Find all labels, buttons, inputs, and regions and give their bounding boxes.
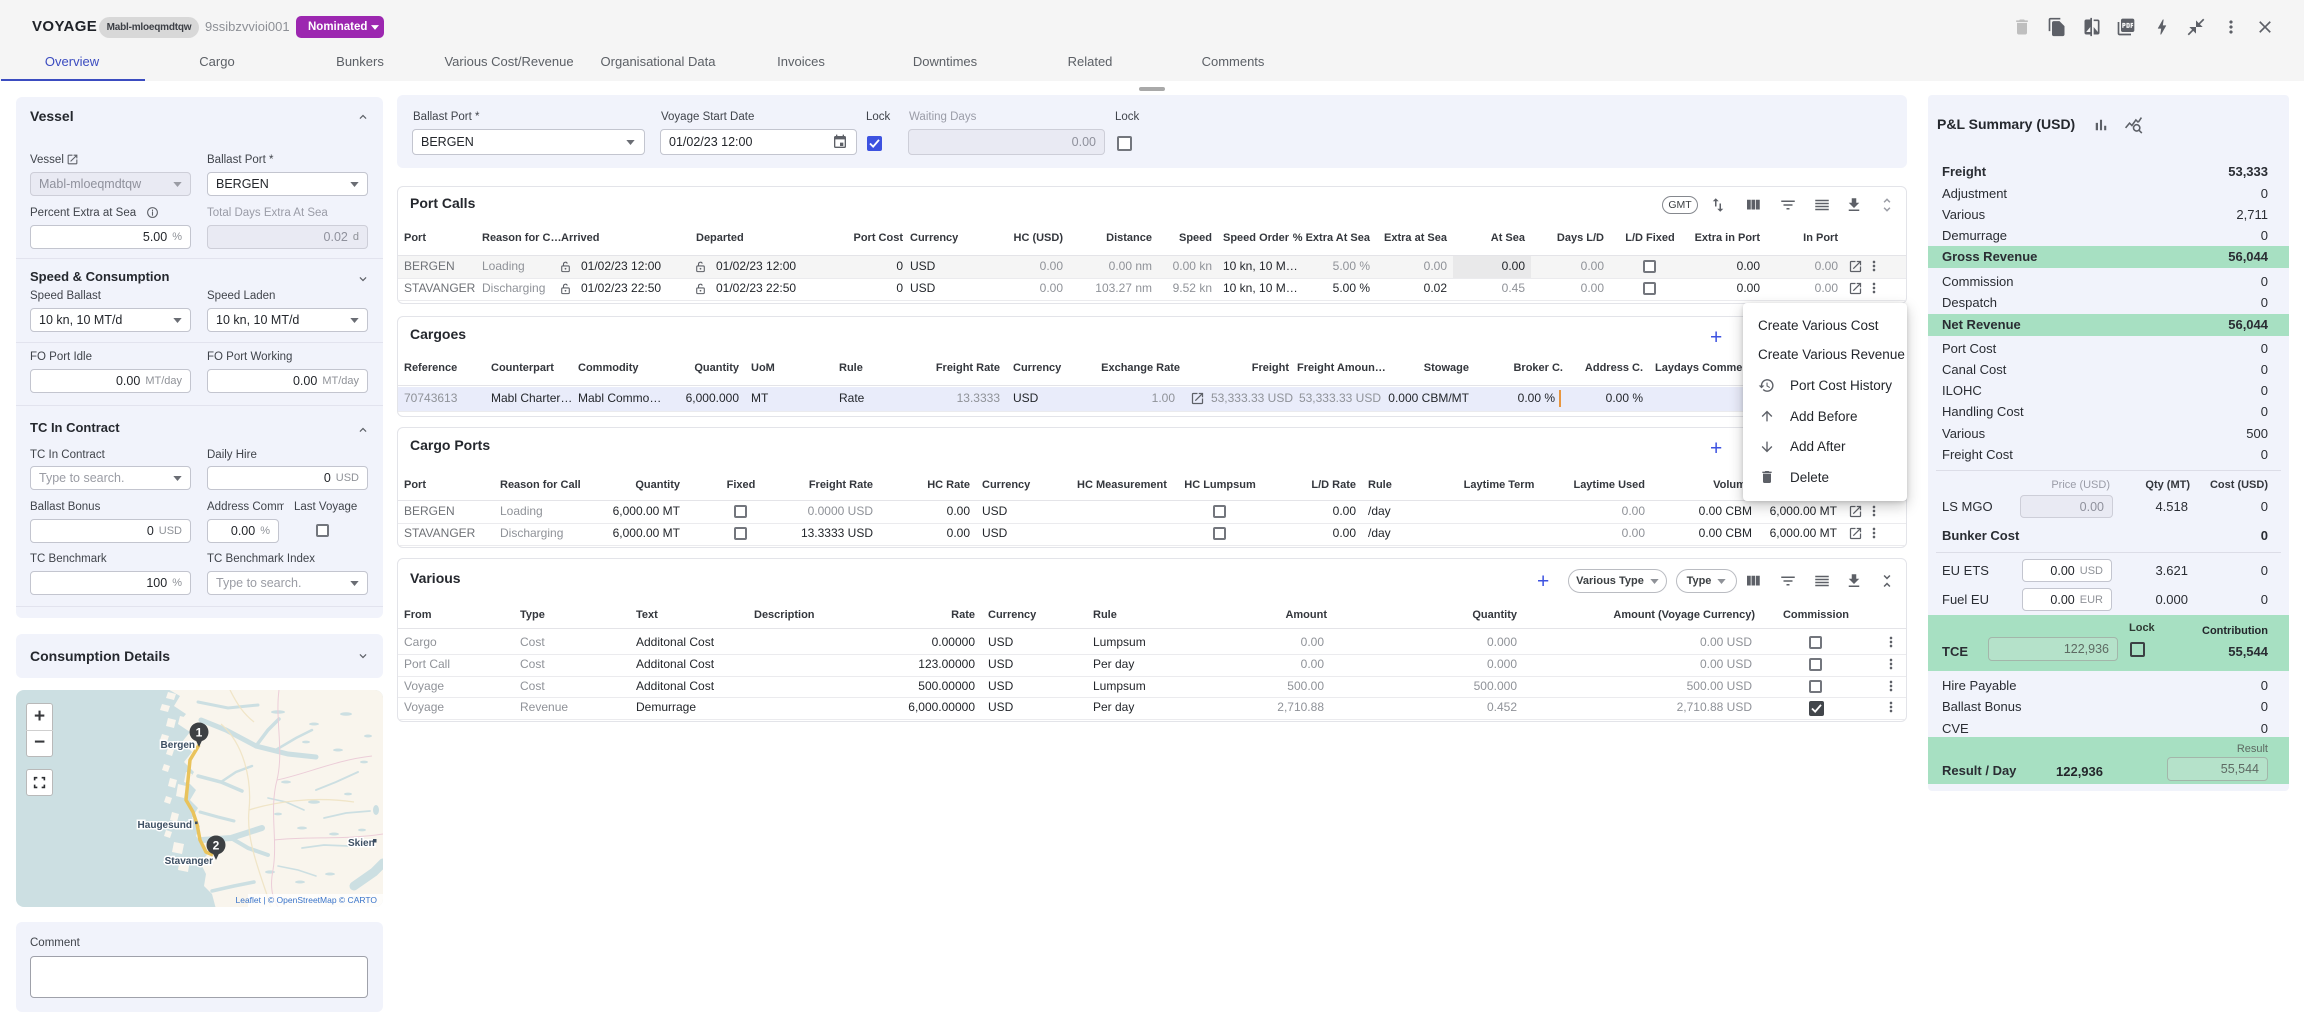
svg-text:Bergen: Bergen [161,740,195,751]
svg-text:Haugesund: Haugesund [138,820,192,831]
svg-text:2: 2 [213,839,220,853]
svg-text:Skien: Skien [348,838,375,849]
svg-text:Leaflet | © OpenStreetMap © CA: Leaflet | © OpenStreetMap © CARTO [235,895,377,905]
svg-text:Stavanger: Stavanger [165,856,213,867]
svg-text:1: 1 [196,726,203,740]
